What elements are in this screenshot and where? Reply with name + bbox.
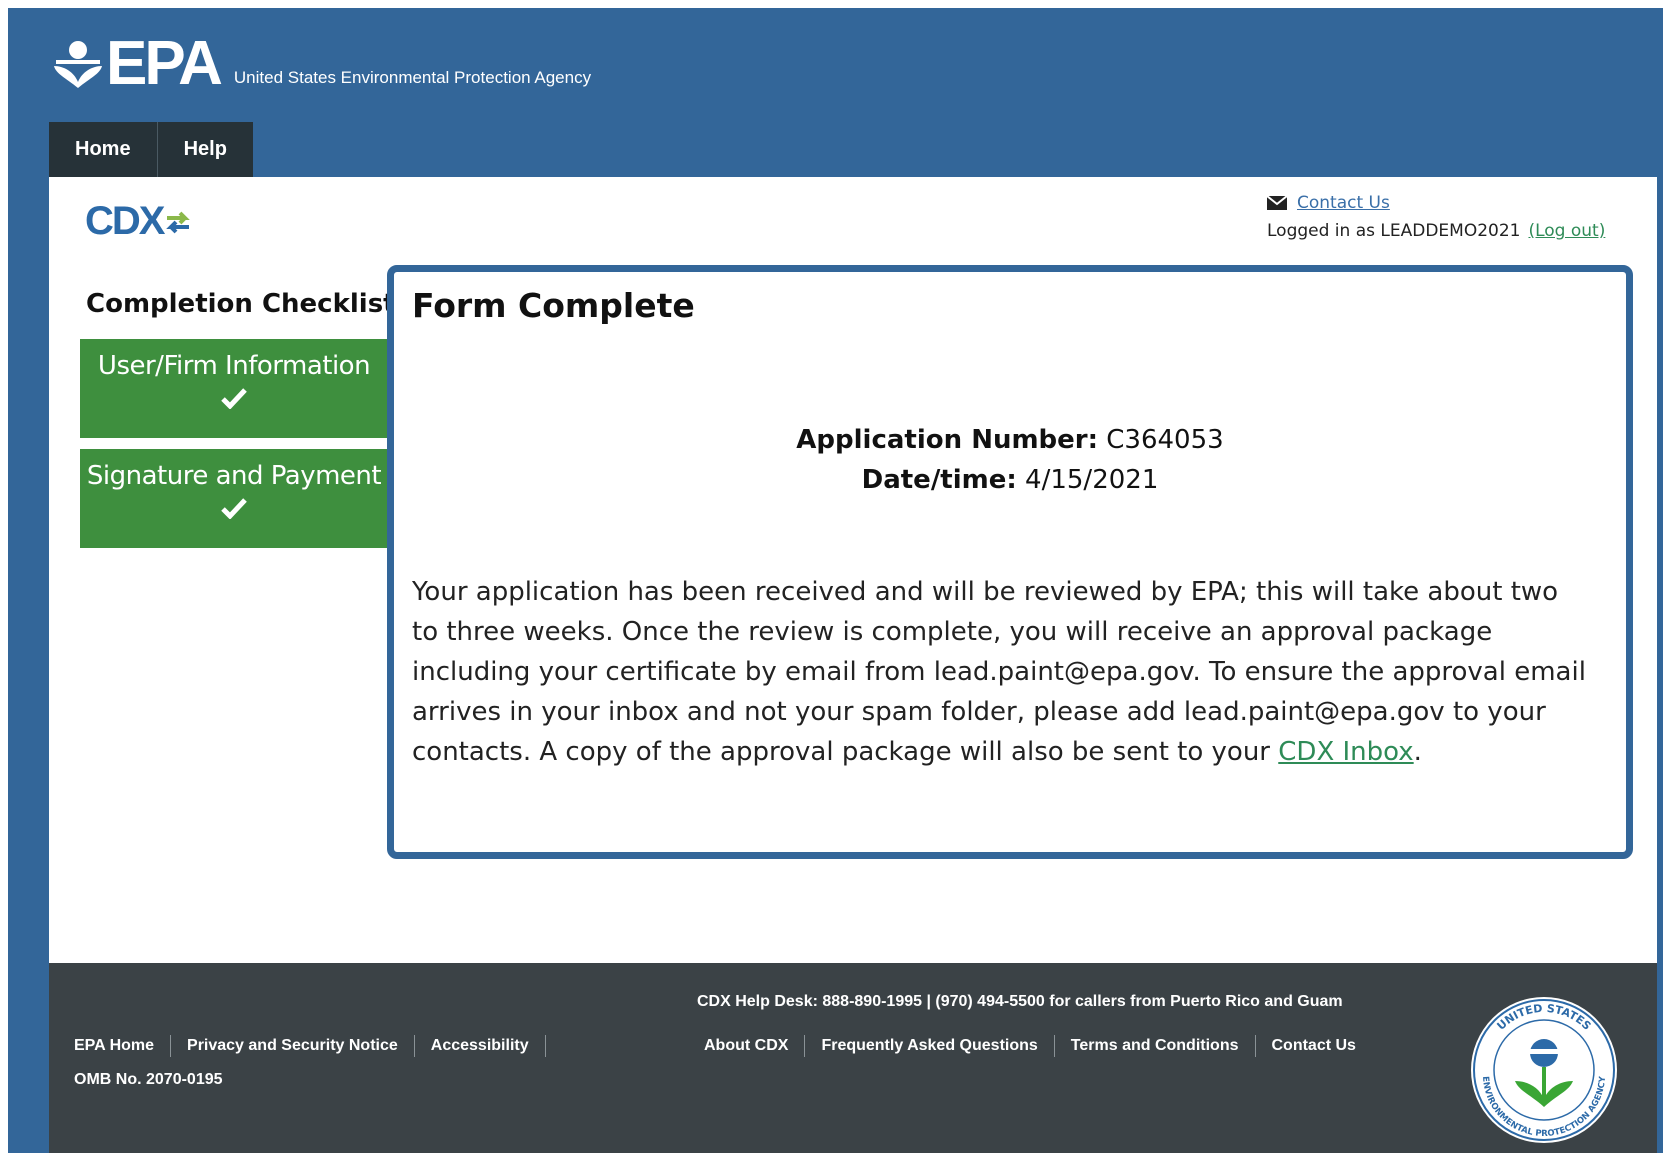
page-frame: EPA United States Environmental Protecti… [8, 8, 1663, 1153]
cdx-logo[interactable]: CDX [85, 199, 191, 244]
checklist-item-user-firm[interactable]: User/Firm Information [80, 339, 388, 438]
confirmation-message: Your application has been received and w… [412, 572, 1592, 772]
helpdesk-info: CDX Help Desk: 888-890-1995 | (970) 494-… [697, 993, 1343, 1010]
main-content: CDX Contact Us Logged in as LEADDEMO2021… [49, 177, 1657, 963]
cdx-inbox-link[interactable]: CDX Inbox [1278, 737, 1413, 767]
envelope-icon [1267, 196, 1287, 210]
user-box: Contact Us Logged in as LEADDEMO2021 (Lo… [1267, 189, 1605, 245]
footer-link-accessibility[interactable]: Accessibility [431, 1037, 529, 1055]
footer-left-links: EPA Home Privacy and Security Notice Acc… [74, 1035, 562, 1057]
checklist-title: Completion Checklist [86, 289, 396, 319]
application-info: Application Number: C364053 Date/time: 4… [394, 420, 1626, 500]
datetime-value: 4/15/2021 [1025, 465, 1159, 495]
cdx-arrows-icon [166, 211, 191, 233]
footer-link-about-cdx[interactable]: About CDX [704, 1037, 788, 1055]
checklist-item-label: User/Firm Information [97, 351, 371, 381]
epa-logo[interactable]: EPA United States Environmental Protecti… [52, 29, 592, 98]
message-end: . [1413, 737, 1422, 767]
app-number-value: C364053 [1106, 425, 1224, 455]
checklist-item-label: Signature and Payment [86, 461, 382, 491]
page-title: Form Complete [412, 286, 695, 325]
logged-in-text: Logged in as LEADDEMO2021 [1267, 221, 1521, 241]
divider [804, 1035, 806, 1057]
logout-link[interactable]: (Log out) [1528, 221, 1605, 241]
form-complete-panel: Form Complete Application Number: C36405… [387, 265, 1633, 859]
footer-link-faq[interactable]: Frequently Asked Questions [821, 1037, 1037, 1055]
nav-home[interactable]: Home [49, 122, 157, 177]
checklist-item-signature-payment[interactable]: Signature and Payment [80, 449, 388, 548]
divider [1053, 1035, 1055, 1057]
epa-flower-icon [54, 41, 102, 88]
cdx-logo-text: CDX [85, 199, 165, 243]
agency-name: United States Environmental Protection A… [233, 68, 592, 87]
divider [170, 1035, 172, 1057]
divider [544, 1035, 546, 1057]
footer-link-terms[interactable]: Terms and Conditions [1071, 1037, 1239, 1055]
nav-help[interactable]: Help [156, 122, 253, 177]
checkmark-icon [80, 497, 388, 523]
footer: EPA Home Privacy and Security Notice Acc… [49, 963, 1657, 1153]
checkmark-icon [80, 387, 388, 413]
divider [413, 1035, 415, 1057]
footer-link-privacy[interactable]: Privacy and Security Notice [187, 1037, 398, 1055]
footer-link-epa-home[interactable]: EPA Home [74, 1037, 154, 1055]
epa-logo-text: EPA [106, 29, 223, 98]
app-number-label: Application Number: [796, 425, 1099, 455]
omb-number: OMB No. 2070-0195 [74, 1071, 223, 1088]
footer-link-contact-us[interactable]: Contact Us [1272, 1037, 1356, 1055]
divider [1254, 1035, 1256, 1057]
footer-mid-links: About CDX Frequently Asked Questions Ter… [704, 1035, 1356, 1057]
contact-us-link[interactable]: Contact Us [1297, 193, 1390, 213]
epa-seal-icon: UNITED STATES ENVIRONMENTAL PROTECTION A… [1471, 997, 1617, 1143]
top-nav: Home Help [49, 122, 253, 177]
datetime-label: Date/time: [861, 465, 1017, 495]
